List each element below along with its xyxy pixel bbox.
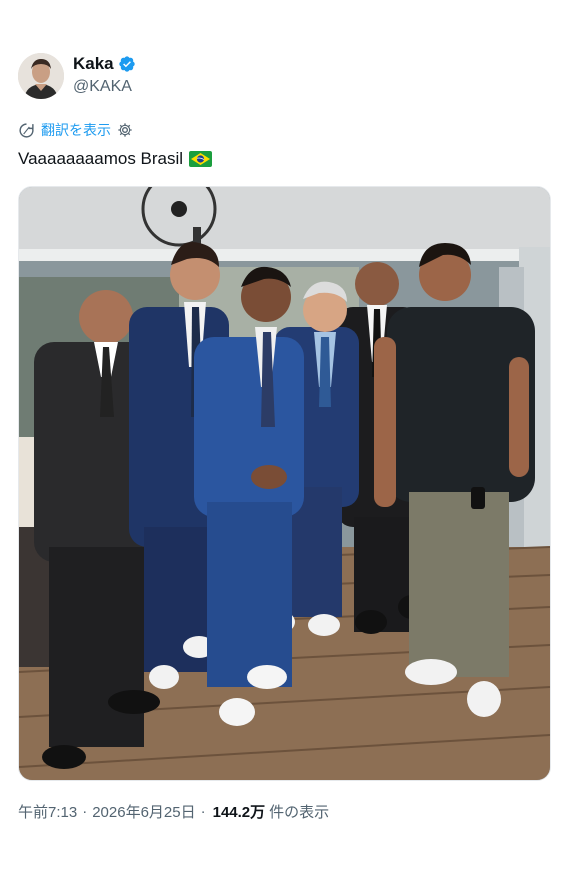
translate-icon[interactable] bbox=[18, 122, 35, 139]
tweet-text: Vaaaaaaaamos Brasil bbox=[18, 147, 213, 171]
view-count[interactable]: 144.2万 bbox=[213, 801, 266, 822]
tweet-meta: 午前7:13 · 2026年6月25日 · 144.2万 件の表示 bbox=[18, 801, 329, 822]
handle[interactable]: @KAKA bbox=[73, 76, 136, 98]
view-count-label: 件の表示 bbox=[269, 804, 330, 821]
brazil-flag-icon bbox=[189, 151, 213, 167]
show-translation-link[interactable]: 翻訳を表示 bbox=[41, 120, 111, 140]
post-date[interactable]: 2026年6月25日 bbox=[92, 801, 195, 822]
gear-icon[interactable] bbox=[117, 122, 133, 138]
author-names: Kaka @KAKA bbox=[73, 54, 136, 98]
meta-separator: · bbox=[200, 803, 206, 820]
group-photo bbox=[19, 187, 550, 780]
display-name[interactable]: Kaka bbox=[73, 54, 114, 74]
avatar-image bbox=[18, 53, 64, 99]
avatar[interactable] bbox=[18, 53, 64, 99]
tweet-header: Kaka @KAKA bbox=[18, 52, 136, 100]
meta-separator: · bbox=[82, 803, 88, 820]
post-time[interactable]: 午前7:13 bbox=[18, 801, 77, 822]
tweet-photo[interactable] bbox=[18, 186, 551, 781]
tweet-body: Vaaaaaaaamos Brasil bbox=[18, 149, 184, 168]
name-row: Kaka bbox=[73, 54, 136, 74]
verified-badge-icon[interactable] bbox=[118, 55, 136, 73]
translate-row: 翻訳を表示 bbox=[18, 120, 133, 140]
